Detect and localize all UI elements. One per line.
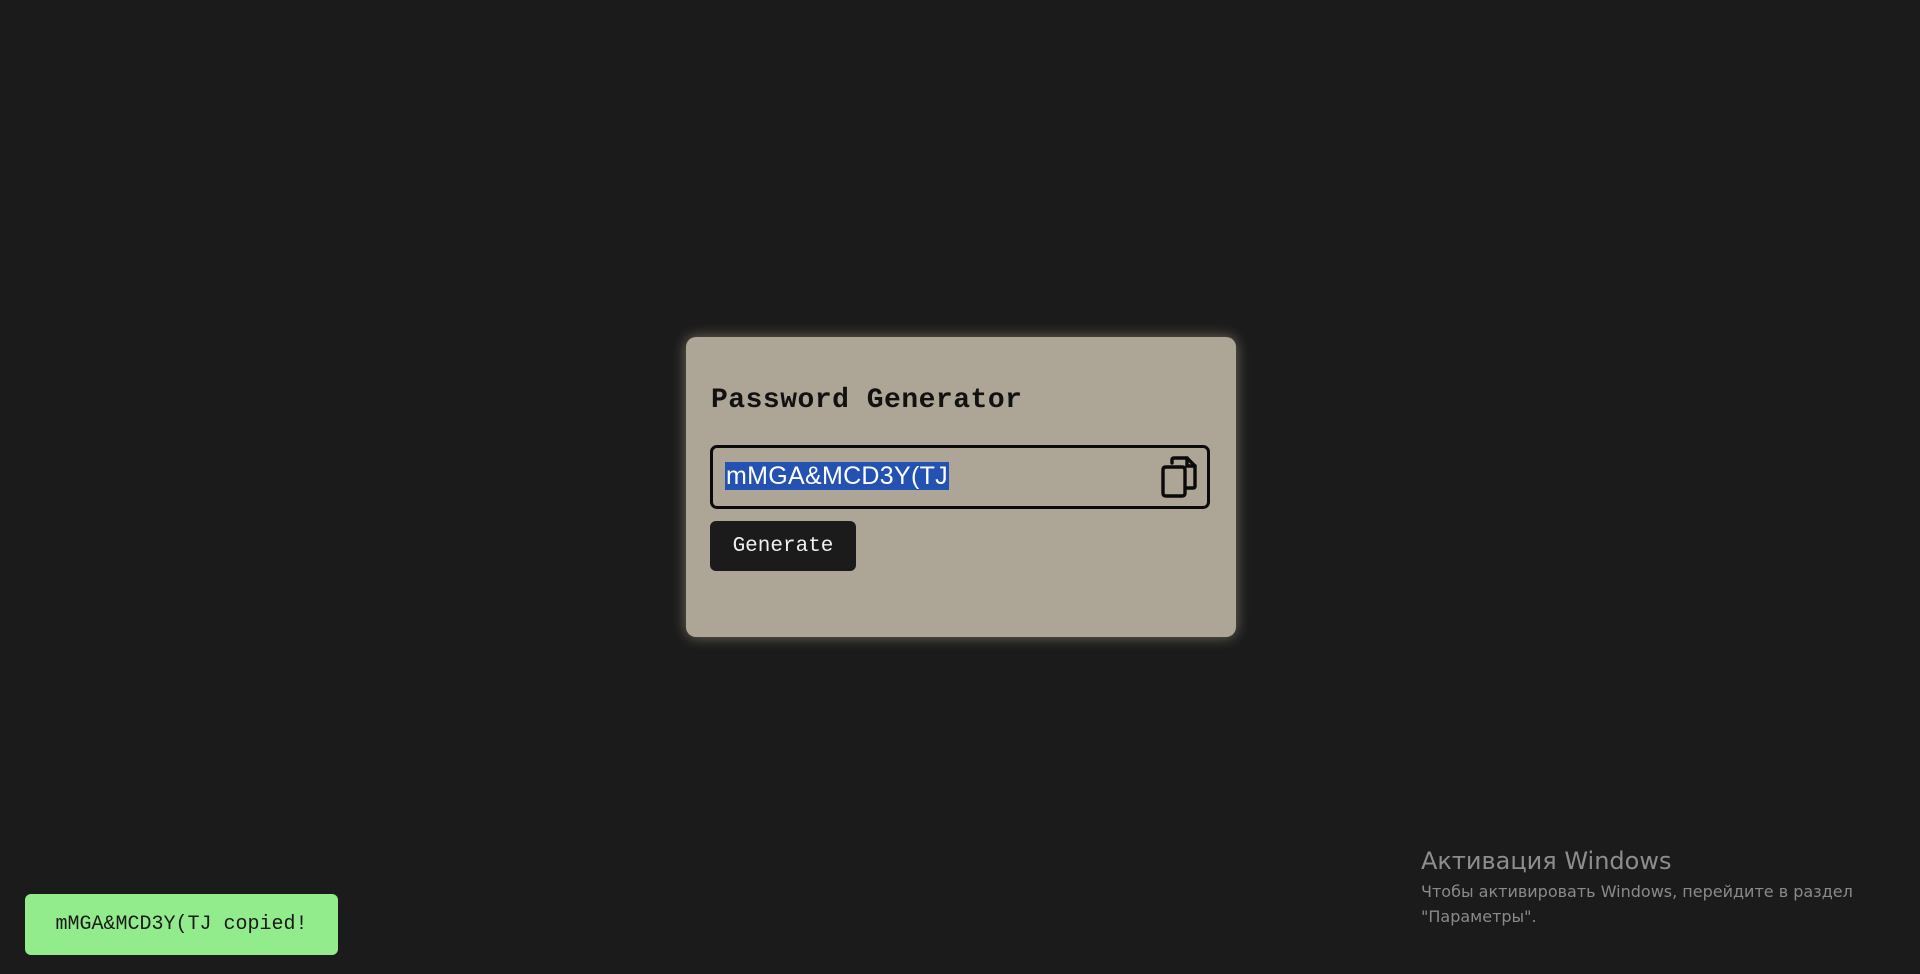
watermark-title: Активация Windows <box>1421 847 1672 875</box>
page-title: Password Generator <box>711 385 1023 416</box>
password-value[interactable]: mMGA&MCD3Y(TJ <box>725 462 949 490</box>
copied-toast: mMGA&MCD3Y(TJ copied! <box>25 894 338 955</box>
page: Password Generator mMGA&MCD3Y(TJ Generat… <box>0 0 1920 974</box>
watermark-text: Чтобы активировать Windows, перейдите в … <box>1421 882 1853 926</box>
password-output-field[interactable]: mMGA&MCD3Y(TJ <box>710 445 1210 509</box>
copy-icon <box>1161 456 1197 498</box>
generate-button[interactable]: Generate <box>710 521 856 571</box>
windows-activation-watermark: Активация Windows Чтобы активировать Win… <box>1421 845 1881 929</box>
copy-button[interactable] <box>1157 455 1199 499</box>
password-generator-card: Password Generator mMGA&MCD3Y(TJ Generat… <box>686 337 1236 637</box>
